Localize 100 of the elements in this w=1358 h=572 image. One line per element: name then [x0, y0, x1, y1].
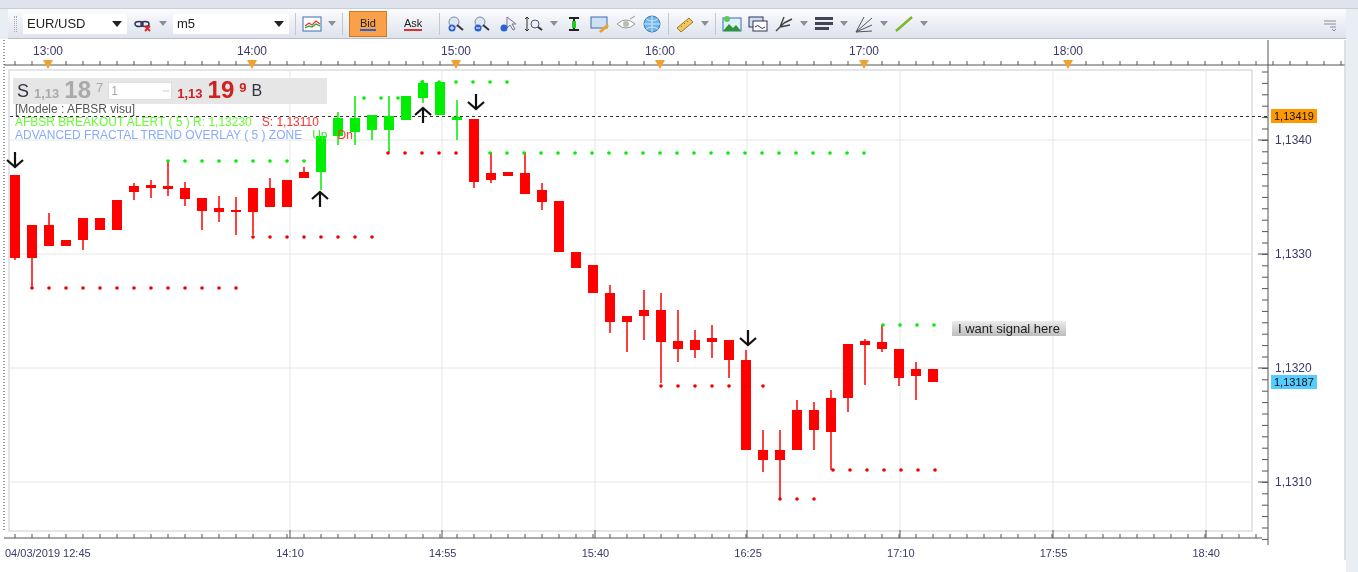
indicator-label: AFBSR BREAKOUT ALERT ( 5 ) R: 1,13230 [15, 116, 252, 129]
candle [775, 429, 785, 499]
price-label: 1,1330 [1275, 247, 1312, 261]
pointer-icon[interactable] [498, 14, 519, 33]
down-arrow-icon [5, 150, 25, 169]
candle [452, 99, 462, 141]
up-arrow-icon [310, 190, 330, 209]
candle [129, 182, 139, 201]
candle [554, 200, 564, 253]
price-tab[interactable]: Ask [392, 10, 434, 37]
time-label: 14:10 [276, 547, 304, 560]
time-label: 17:10 [887, 547, 915, 560]
candle [520, 151, 530, 195]
time-label: 04/03/2019 12:45 [5, 547, 91, 560]
picture-icon[interactable] [722, 14, 743, 33]
price-label: 1,1310 [1275, 475, 1312, 489]
time-label: 16:25 [734, 547, 762, 560]
candle [469, 118, 479, 189]
candle [299, 166, 309, 179]
candle [639, 289, 649, 341]
candle [792, 399, 802, 451]
down-arrow-icon [466, 92, 486, 111]
candle [843, 343, 853, 413]
time-label: 13:00 [33, 44, 63, 58]
candle [894, 348, 904, 387]
candle [180, 181, 190, 207]
candle [418, 79, 428, 104]
indicator-label: [Modele : AFBSR visu] [15, 103, 136, 116]
candle [401, 95, 411, 121]
sell-price: 1,13 [34, 85, 60, 103]
dropdown-field[interactable]: m5 [173, 13, 289, 34]
time-label: 18:40 [1192, 547, 1220, 560]
candle [265, 177, 275, 208]
candle [605, 284, 615, 334]
zoom-range-icon[interactable] [524, 14, 545, 33]
candle [78, 217, 88, 251]
time-label: 16:00 [645, 44, 675, 58]
candle [571, 251, 581, 269]
buy-fraction: 9 [239, 79, 247, 97]
dotted-level-line [881, 323, 936, 327]
candle [877, 324, 887, 353]
candle [95, 217, 105, 231]
candle [860, 338, 870, 386]
time-label: 14:00 [237, 44, 267, 58]
caret-icon[interactable] [274, 20, 284, 27]
buy-price: 1,13 [177, 85, 203, 103]
candle [928, 368, 938, 383]
sell-fraction: 7 [96, 79, 104, 97]
time-label: 17:55 [1039, 547, 1068, 560]
time-label: 14:55 [428, 547, 457, 560]
time-label: 17:00 [849, 44, 879, 58]
price-tab[interactable]: Bid [349, 10, 387, 37]
time-label: 18:00 [1053, 44, 1083, 58]
candle [503, 171, 513, 177]
candle [809, 401, 819, 451]
candle [231, 196, 241, 236]
price-marker: 1,13187 [1271, 375, 1317, 389]
candle [367, 114, 377, 141]
candle [248, 187, 258, 236]
candle [214, 195, 224, 223]
time-label: 15:40 [581, 547, 610, 560]
candle [537, 182, 547, 211]
candle [435, 81, 445, 116]
buy-pips: 19 [207, 78, 235, 102]
list-icon[interactable] [814, 14, 835, 33]
candle [673, 309, 683, 363]
globe-icon[interactable] [642, 14, 663, 33]
candle [197, 197, 207, 231]
caret-icon[interactable] [112, 20, 122, 27]
candle [27, 224, 37, 289]
fan-lines-icon[interactable] [854, 14, 875, 33]
annotation-label: I want signal here [952, 321, 1066, 336]
candle [690, 329, 700, 359]
sell-pips: 18 [64, 78, 92, 102]
candle [44, 212, 54, 247]
candle [911, 361, 921, 401]
candle [588, 264, 598, 294]
up-arrow-icon [413, 106, 433, 125]
candle [384, 95, 394, 153]
time-label: 15:00 [441, 44, 471, 58]
dotted-level-line [386, 151, 458, 155]
candle [724, 339, 734, 379]
dotted-level-line [778, 497, 816, 501]
candle [486, 151, 496, 184]
indicator-label: ADVANCED FRACTAL TREND OVERLAY ( 5 ) ZONE [15, 129, 303, 142]
screens-icon[interactable] [748, 14, 769, 33]
window-edit-icon[interactable] [590, 14, 611, 33]
candle [622, 315, 632, 353]
sell-label: S [17, 79, 29, 103]
price-label: 1,1340 [1275, 133, 1312, 147]
down-arrow-icon [738, 328, 758, 347]
dropdown-field[interactable]: EUR/USD [23, 13, 127, 34]
indicator-label: S: 1,13110 [261, 116, 319, 129]
candle [112, 199, 122, 231]
pitchfork-icon[interactable] [774, 14, 795, 33]
chart-window-icon[interactable] [302, 14, 322, 33]
buy-label: B [251, 81, 263, 101]
candle [707, 324, 717, 359]
price-marker: 1,13419 [1271, 109, 1317, 123]
trend-line-icon[interactable] [894, 14, 915, 33]
